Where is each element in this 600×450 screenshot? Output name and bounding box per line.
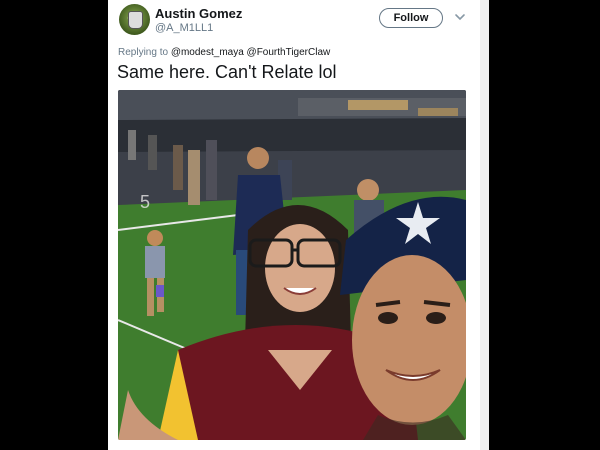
stadium-selfie-image: 5: [118, 90, 466, 440]
tweet-card: Austin Gomez @A_M1LL1 Follow Replying to…: [108, 0, 489, 450]
avatar[interactable]: [119, 4, 150, 35]
replying-to-label: Replying to: [118, 47, 169, 58]
avatar-icon: [128, 11, 143, 29]
replying-to-mentions[interactable]: @modest_maya @FourthTigerClaw: [171, 47, 330, 58]
replying-to-line: Replying to @modest_maya @FourthTigerCla…: [118, 47, 330, 58]
chevron-down-icon[interactable]: [454, 11, 466, 23]
svg-text:5: 5: [140, 192, 150, 212]
display-name[interactable]: Austin Gomez: [155, 6, 242, 21]
tweet-photo[interactable]: 5: [118, 90, 466, 440]
user-handle[interactable]: @A_M1LL1: [155, 22, 213, 34]
tweet-text: Same here. Can't Relate lol: [117, 62, 337, 82]
scrollbar-track[interactable]: [480, 0, 489, 450]
follow-button[interactable]: Follow: [379, 8, 443, 28]
